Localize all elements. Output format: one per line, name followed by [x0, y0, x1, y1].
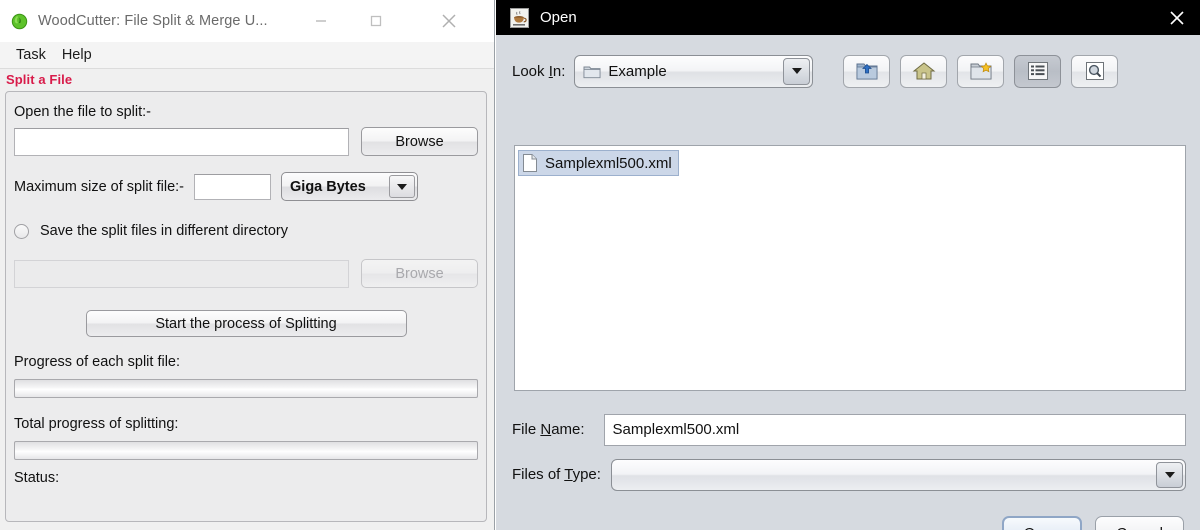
- files-of-type-row: Files of Type:: [512, 458, 1186, 491]
- up-one-level-button[interactable]: [843, 54, 891, 88]
- woodcutter-title: WoodCutter: File Split & Merge U...: [38, 13, 268, 29]
- woodcutter-window: WoodCutter: File Split & Merge U... Task: [0, 0, 495, 530]
- home-icon: [912, 62, 936, 80]
- java-coffee-cup-icon: [510, 7, 529, 28]
- list-view-icon: [1027, 62, 1048, 80]
- file-name-label-static: File Name:: [512, 421, 585, 438]
- files-of-type-label-static: Files of Type:: [512, 466, 601, 483]
- dialog-buttons: Open Cancel: [1001, 516, 1184, 530]
- file-list[interactable]: Samplexml500.xml: [514, 145, 1186, 391]
- progress-total-label: Total progress of splitting:: [14, 416, 179, 432]
- maximize-icon: [370, 15, 382, 27]
- progress-total-bar: [14, 441, 478, 460]
- split-file-panel: Open the file to split:- Browse Maximum …: [5, 91, 487, 522]
- look-in-value: Example: [608, 62, 667, 80]
- minimize-icon: [316, 20, 326, 22]
- size-unit-value: Giga Bytes: [290, 178, 366, 195]
- minimize-button[interactable]: [298, 0, 344, 42]
- status-label: Status:: [14, 470, 60, 486]
- green-tree-icon: [11, 13, 28, 29]
- look-in-label: Look In:: [512, 62, 566, 80]
- woodcutter-titlebar: WoodCutter: File Split & Merge U...: [0, 0, 494, 42]
- chevron-down-icon[interactable]: [389, 175, 416, 198]
- destination-path-input: [14, 259, 349, 288]
- open-dialog-body: Look In: Example Samplexml500.xml File N…: [496, 35, 1200, 530]
- home-button[interactable]: [900, 54, 948, 88]
- folder-up-icon: [856, 63, 878, 80]
- look-in-row: Look In: Example: [512, 53, 1188, 89]
- open-file-label: Open the file to split:-: [14, 104, 152, 120]
- folder-icon: [583, 66, 601, 78]
- files-of-type-combo[interactable]: [610, 458, 1186, 491]
- look-in-combo[interactable]: Example: [574, 54, 814, 88]
- file-icon: [523, 154, 537, 172]
- file-name-input[interactable]: Samplexml500.xml: [603, 413, 1186, 446]
- new-folder-icon: [970, 62, 992, 80]
- source-path-input[interactable]: [14, 127, 349, 156]
- browse-destination-button: Browse: [361, 259, 478, 288]
- save-different-directory-label: Save the split files in different direct…: [40, 223, 288, 239]
- save-different-directory-radio[interactable]: [14, 223, 29, 239]
- menubar: Task Help: [0, 42, 494, 69]
- screen: WoodCutter: File Split & Merge U... Task: [0, 0, 1200, 530]
- file-name-row: File Name: Samplexml500.xml: [512, 413, 1186, 446]
- close-icon: [1170, 10, 1184, 25]
- details-view-button[interactable]: [1071, 54, 1119, 88]
- open-button[interactable]: Open: [1001, 516, 1083, 530]
- progress-each-label: Progress of each split file:: [14, 354, 181, 370]
- open-dialog-titlebar: Open: [496, 0, 1200, 35]
- menu-task[interactable]: Task: [9, 45, 53, 65]
- list-view-button[interactable]: [1014, 54, 1062, 88]
- section-title: Split a File: [0, 69, 494, 90]
- list-item[interactable]: Samplexml500.xml: [518, 150, 679, 176]
- open-dialog-title: Open: [540, 9, 577, 26]
- file-name-label: Samplexml500.xml: [545, 154, 672, 172]
- browse-source-button[interactable]: Browse: [361, 127, 478, 156]
- dialog-close-button[interactable]: [1154, 0, 1200, 35]
- close-icon: [442, 14, 456, 28]
- progress-each-bar: [14, 379, 478, 398]
- open-dialog: Open Look In: Example Samplexml500.xml F…: [496, 0, 1200, 530]
- max-size-input[interactable]: [194, 173, 272, 200]
- maximize-button[interactable]: [353, 0, 399, 42]
- chevron-down-icon[interactable]: [783, 57, 811, 85]
- size-unit-combo[interactable]: Giga Bytes: [281, 172, 419, 201]
- cancel-button[interactable]: Cancel: [1095, 516, 1184, 530]
- max-size-label: Maximum size of split file:-: [14, 178, 185, 195]
- details-view-icon: [1085, 62, 1104, 80]
- chevron-down-icon[interactable]: [1156, 461, 1183, 488]
- create-new-folder-button[interactable]: [957, 54, 1005, 88]
- menu-help[interactable]: Help: [55, 45, 99, 65]
- start-splitting-button[interactable]: Start the process of Splitting: [85, 310, 407, 337]
- close-button[interactable]: [426, 0, 472, 42]
